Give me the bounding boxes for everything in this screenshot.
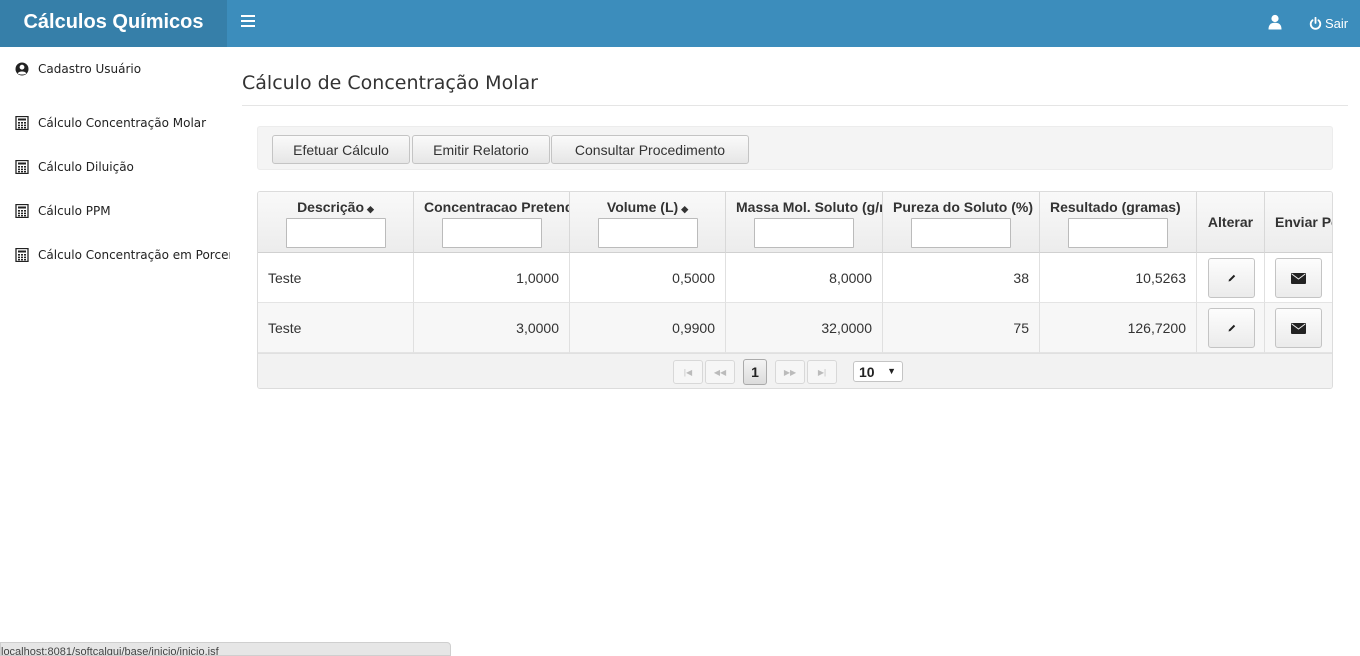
emitir-relatorio-button[interactable]: Emitir Relatorio [412, 135, 550, 164]
column-label: Pureza do Soluto (%) [893, 199, 1033, 215]
first-page-button[interactable]: |◀ [673, 360, 703, 384]
table-cell-volume: 0,9900 [570, 303, 726, 353]
table-cell-concentracao: 3,0000 [414, 303, 570, 353]
column-label: Descrição [297, 199, 364, 215]
column-header-descricao[interactable]: Descrição ◆ [258, 192, 414, 253]
table-cell-pureza: 75 [883, 303, 1040, 353]
sidebar-item-label: Cálculo Concentração em Porcentagem [38, 248, 230, 262]
toolbar: Efetuar Cálculo Emitir Relatorio Consult… [257, 126, 1333, 170]
filter-input-massa[interactable] [754, 218, 854, 248]
sort-icon[interactable]: ◆ [367, 204, 374, 214]
rows-per-page-value: 10 [859, 363, 875, 380]
user-icon[interactable] [1268, 14, 1282, 30]
table-cell-concentracao: 1,0000 [414, 253, 570, 303]
title-divider [242, 105, 1348, 106]
page-title: Cálculo de Concentração Molar [242, 72, 538, 94]
sidebar-item-diluicao[interactable]: Cálculo Diluição [0, 155, 230, 179]
browser-status-bar: localhost:8081/softcalqui/base/inicio/in… [0, 642, 451, 656]
table-cell-massa: 32,0000 [726, 303, 883, 353]
envelope-icon [1291, 322, 1306, 334]
column-label: Volume (L) [606, 199, 679, 215]
consultar-procedimento-button[interactable]: Consultar Procedimento [551, 135, 749, 164]
sidebar-item-label: Cadastro Usuário [38, 62, 142, 76]
edit-button[interactable] [1208, 258, 1255, 298]
column-label: Enviar Por Email [1275, 214, 1332, 230]
column-label: Concentracao Pretendida [424, 199, 569, 215]
column-header-pureza[interactable]: Pureza do Soluto (%) [883, 192, 1040, 253]
sort-icon[interactable]: ◆ [681, 204, 688, 214]
pencil-icon [1228, 324, 1235, 332]
edit-button[interactable] [1208, 308, 1255, 348]
dropdown-caret-icon: ▼ [887, 366, 896, 376]
pencil-icon [1228, 274, 1235, 282]
filter-input-concentracao[interactable] [442, 218, 542, 248]
calculator-icon [15, 116, 29, 130]
power-icon [1309, 16, 1322, 30]
logout-button[interactable]: Sair [1309, 14, 1348, 32]
table-cell-volume: 0,5000 [570, 253, 726, 303]
table-cell-resultado: 10,5263 [1040, 253, 1197, 303]
column-header-volume[interactable]: Volume (L) ◆ [570, 192, 726, 253]
sidebar: Cadastro Usuário Cálculo Concentração Mo… [0, 47, 230, 656]
filter-input-resultado[interactable] [1068, 218, 1168, 248]
calculator-icon [15, 160, 29, 174]
table-cell-descricao: Teste [258, 253, 414, 303]
envelope-icon [1291, 272, 1306, 284]
table-cell-pureza: 38 [883, 253, 1040, 303]
next-page-button[interactable]: ▶▶ [775, 360, 805, 384]
column-header-resultado[interactable]: Resultado (gramas) [1040, 192, 1197, 253]
table-cell-descricao: Teste [258, 303, 414, 353]
sidebar-item-label: Cálculo PPM [38, 204, 111, 218]
sidebar-item-concentracao-molar[interactable]: Cálculo Concentração Molar [0, 111, 230, 135]
send-email-button[interactable] [1275, 308, 1322, 348]
sidebar-item-label: Cálculo Concentração Molar [38, 116, 207, 130]
last-page-button[interactable]: ▶| [807, 360, 837, 384]
column-label: Resultado (gramas) [1050, 199, 1181, 215]
sidebar-item-label: Cálculo Diluição [38, 160, 134, 174]
prev-page-button[interactable]: ◀◀ [705, 360, 735, 384]
column-label: Alterar [1207, 214, 1254, 230]
calculator-icon [15, 248, 29, 262]
app-logo[interactable]: Cálculos Químicos [0, 0, 227, 47]
top-navbar: Cálculos Químicos Sair [0, 0, 1360, 47]
user-circle-icon [15, 62, 29, 76]
rows-per-page-select[interactable]: 10 ▼ [853, 361, 903, 382]
sidebar-item-cadastro-usuario[interactable]: Cadastro Usuário [0, 57, 230, 81]
logout-label: Sair [1325, 15, 1349, 31]
column-header-alterar: Alterar [1197, 192, 1265, 253]
filter-input-descricao[interactable] [286, 218, 386, 248]
column-header-enviar: Enviar Por Email [1265, 192, 1332, 253]
send-email-button[interactable] [1275, 258, 1322, 298]
filter-input-volume[interactable] [598, 218, 698, 248]
sidebar-item-concentracao-porcentagem[interactable]: Cálculo Concentração em Porcentagem [0, 243, 230, 267]
data-table: Descrição◆ Concentracao Pretendida Volum… [257, 191, 1333, 389]
calculator-icon [15, 204, 29, 218]
paginator: |◀ ◀◀ 1 ▶▶ ▶| 10 ▼ [258, 353, 1332, 388]
hamburger-icon[interactable] [241, 15, 255, 29]
current-page-button[interactable]: 1 [743, 359, 767, 385]
table-cell-massa: 8,0000 [726, 253, 883, 303]
column-header-massa[interactable]: Massa Mol. Soluto (g/mol) [726, 192, 883, 253]
column-label: Massa Mol. Soluto (g/mol) [736, 199, 882, 215]
efetuar-calculo-button[interactable]: Efetuar Cálculo [272, 135, 410, 164]
sidebar-item-ppm[interactable]: Cálculo PPM [0, 199, 230, 223]
column-header-concentracao[interactable]: Concentracao Pretendida [414, 192, 570, 253]
table-cell-resultado: 126,7200 [1040, 303, 1197, 353]
filter-input-pureza[interactable] [911, 218, 1011, 248]
